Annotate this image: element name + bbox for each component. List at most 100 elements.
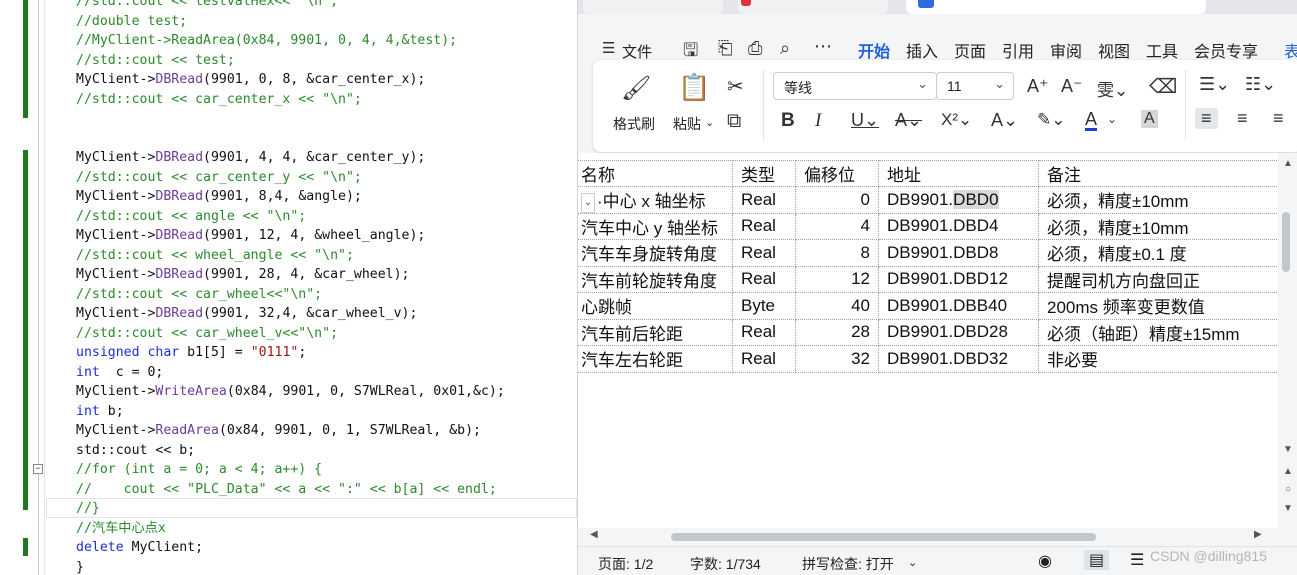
document-tab[interactable] <box>583 0 723 14</box>
cell-address[interactable]: DB9901.DBB40 <box>878 292 1039 320</box>
code-line[interactable]: //MyClient->ReadArea(0x84, 9901, 0, 4, 4… <box>76 31 505 51</box>
cell-type[interactable]: Real <box>732 186 796 214</box>
cell-name[interactable]: ⌄ ·中心 x 轴坐标 <box>578 186 733 214</box>
cell-type[interactable]: Real <box>732 239 796 267</box>
word-count[interactable]: 字数: 1/734 <box>690 554 761 574</box>
cell-address[interactable]: DB9901.DBD8 <box>878 239 1039 267</box>
scroll-left-icon[interactable]: ◀ <box>590 529 598 540</box>
cell-type[interactable]: Real <box>732 345 796 373</box>
code-line[interactable]: int b; <box>76 402 505 422</box>
cell-name[interactable]: 汽车左右轮距 <box>578 345 733 373</box>
code-line[interactable]: //} <box>76 499 505 519</box>
font-size-select[interactable]: 11 ⌄ <box>936 72 1014 100</box>
eye-protect-icon[interactable]: ◉ <box>1038 551 1052 571</box>
code-line[interactable]: MyClient->ReadArea(0x84, 9901, 0, 1, S7W… <box>76 421 505 441</box>
menu-table[interactable]: 表 <box>1284 38 1297 62</box>
table-row[interactable]: 汽车左右轮距 Real 32 DB9901.DBD32 非必要 <box>578 345 1279 373</box>
increase-font-icon[interactable]: A⁺ <box>1027 76 1049 97</box>
menu-member[interactable]: 会员专享 <box>1194 38 1258 62</box>
cell-type[interactable]: Real <box>732 265 796 294</box>
code-line[interactable]: MyClient->DBRead(9901, 32,4, &car_wheel_… <box>76 304 505 324</box>
cell-address[interactable]: DB9901.DBD32 <box>878 345 1039 373</box>
cell-offset[interactable]: 0 <box>795 186 879 214</box>
cell-name[interactable]: 汽车前后轮距 <box>578 318 733 347</box>
paste-dropdown-icon[interactable]: ⌄ <box>705 116 714 129</box>
code-line[interactable]: //std::cout << test; <box>76 51 505 71</box>
align-left-icon[interactable]: ≡ <box>1195 108 1218 129</box>
code-line[interactable] <box>76 129 505 149</box>
prev-page-icon[interactable]: ▲ <box>1279 466 1297 477</box>
numbered-list-icon[interactable]: ☷⌄ <box>1245 74 1276 95</box>
code-line[interactable]: //std::cout << car_wheel<<"\n"; <box>76 285 505 305</box>
decrease-font-icon[interactable]: A⁻ <box>1061 76 1083 97</box>
cell-offset[interactable]: 12 <box>795 265 879 294</box>
more-icon[interactable]: ⋯ <box>814 36 832 57</box>
menu-page[interactable]: 页面 <box>954 38 986 62</box>
cell-address[interactable]: DB9901.DBD4 <box>878 212 1039 241</box>
format-painter-icon[interactable]: 🖌 <box>621 74 651 103</box>
strikethrough-icon[interactable]: A⌄ <box>895 110 922 131</box>
document-tab-active[interactable] <box>906 0 1206 14</box>
cell-dropdown-icon[interactable]: ⌄ <box>581 192 595 213</box>
menu-insert[interactable]: 插入 <box>906 38 938 62</box>
vertical-scroll-thumb[interactable] <box>1282 212 1290 272</box>
paste-icon[interactable]: 📋 <box>678 72 710 103</box>
menu-review[interactable]: 审阅 <box>1050 38 1082 62</box>
code-line[interactable]: } <box>76 558 505 575</box>
code-line[interactable]: //std::cout << angle << "\n"; <box>76 207 505 227</box>
underline-icon[interactable]: U⌄ <box>851 110 879 131</box>
menu-tools[interactable]: 工具 <box>1146 38 1178 62</box>
italic-icon[interactable]: I <box>815 110 821 132</box>
cell-note[interactable]: 必须，精度±0.1 度 <box>1038 239 1279 267</box>
font-name-select[interactable]: 等线 ⌄ <box>773 72 937 100</box>
table-row[interactable]: 汽车前轮旋转角度 Real 12 DB9901.DBD12 提醒司机方向盘回正 <box>578 265 1279 294</box>
cell-offset[interactable]: 4 <box>795 212 879 241</box>
code-line[interactable]: //double test; <box>76 12 505 32</box>
horizontal-scroll-thumb[interactable] <box>671 533 1096 541</box>
code-line[interactable]: MyClient->DBRead(9901, 4, 4, &car_center… <box>76 148 505 168</box>
table-row[interactable]: 汽车中心 y 轴坐标 Real 4 DB9901.DBD4 必须，精度±10mm <box>578 212 1279 241</box>
phonetic-guide-icon[interactable]: 雯⌄ <box>1097 76 1128 101</box>
fold-toggle-icon[interactable]: − <box>33 464 43 474</box>
highlight-icon[interactable]: ✎⌄ <box>1037 110 1066 130</box>
outline-view-icon[interactable]: ☰ <box>1130 550 1144 570</box>
copy-icon[interactable]: ⧉ <box>727 110 741 133</box>
cell-offset[interactable]: 40 <box>795 292 879 320</box>
print-preview-icon[interactable]: ⌕ <box>780 38 790 59</box>
table-row[interactable]: ⌄ ·中心 x 轴坐标 Real 0 DB9901.DBD0 必须，精度±10mm <box>578 186 1279 214</box>
export-icon[interactable]: ⎗ <box>718 38 732 59</box>
menu-file[interactable]: 文件 <box>622 41 652 62</box>
cell-note[interactable]: 非必要 <box>1038 345 1279 373</box>
cell-type[interactable]: Byte <box>732 292 796 320</box>
code-line[interactable]: //std::cout << car_center_y << "\n"; <box>76 168 505 188</box>
doc-table[interactable]: 名称 类型 偏移位 地址 备注 ⌄ ·中心 x 轴坐标 Real 0 DB9901.DB… <box>578 160 1279 373</box>
code-line[interactable]: //std::cout << wheel_angle << "\n"; <box>76 246 505 266</box>
cut-icon[interactable]: ✂ <box>727 74 744 99</box>
document-tab[interactable] <box>738 0 888 14</box>
hamburger-menu-icon[interactable]: ☰ <box>602 39 615 57</box>
print-icon[interactable]: ⎙ <box>748 38 762 59</box>
chevron-down-icon[interactable]: ⌄ <box>908 556 917 569</box>
cell-offset[interactable]: 32 <box>795 345 879 373</box>
cell-note[interactable]: 200ms 频率变更数值 <box>1038 292 1279 320</box>
code-line[interactable]: MyClient->WriteArea(0x84, 9901, 0, S7WLR… <box>76 382 505 402</box>
code-line[interactable]: int c = 0; <box>76 363 505 383</box>
cell-address[interactable]: DB9901.DBD12 <box>878 265 1039 294</box>
format-painter-label[interactable]: 格式刷 <box>613 114 655 134</box>
menu-references[interactable]: 引用 <box>1002 38 1034 62</box>
code-text[interactable]: //std::cout << testvalHex<< "\n";//doubl… <box>76 0 505 575</box>
table-row[interactable]: 汽车车身旋转角度 Real 8 DB9901.DBD8 必须，精度±0.1 度 <box>578 239 1279 267</box>
char-shading-icon[interactable]: A <box>1141 110 1158 128</box>
cell-note[interactable]: 必须（轴距）精度±15mm <box>1038 318 1279 347</box>
code-line[interactable]: MyClient->DBRead(9901, 8,4, &angle); <box>76 187 505 207</box>
cell-note[interactable]: 必须，精度±10mm <box>1038 186 1279 214</box>
cell-note[interactable]: 提醒司机方向盘回正 <box>1038 265 1279 294</box>
code-line[interactable]: MyClient->DBRead(9901, 12, 4, &wheel_ang… <box>76 226 505 246</box>
code-editor[interactable]: − //std::cout << testvalHex<< "\n";//dou… <box>0 0 577 575</box>
code-line[interactable]: //std::cout << car_wheel_v<<"\n"; <box>76 324 505 344</box>
cell-name[interactable]: 汽车中心 y 轴坐标 <box>578 212 733 241</box>
superscript-icon[interactable]: X²⌄ <box>941 110 972 130</box>
cell-offset[interactable]: 8 <box>795 239 879 267</box>
code-line[interactable]: //std::cout << car_center_x << "\n"; <box>76 90 505 110</box>
cell-name[interactable]: 心跳帧 <box>578 292 733 320</box>
